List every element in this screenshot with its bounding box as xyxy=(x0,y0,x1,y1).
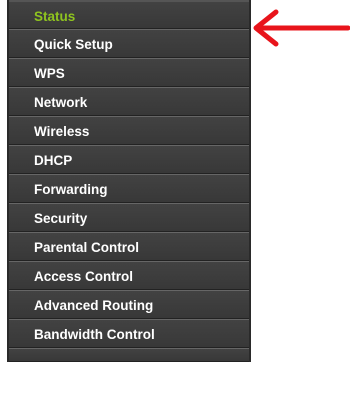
sidebar-item-wps[interactable]: WPS xyxy=(9,58,249,87)
sidebar-item-security[interactable]: Security xyxy=(9,203,249,232)
sidebar-item-quick-setup[interactable]: Quick Setup xyxy=(9,29,249,58)
sidebar-item-network[interactable]: Network xyxy=(9,87,249,116)
sidebar-item-wireless[interactable]: Wireless xyxy=(9,116,249,145)
sidebar-item-partial[interactable] xyxy=(9,348,249,362)
sidebar-item-forwarding[interactable]: Forwarding xyxy=(9,174,249,203)
sidebar-item-dhcp[interactable]: DHCP xyxy=(9,145,249,174)
sidebar-item-bandwidth-control[interactable]: Bandwidth Control xyxy=(9,319,249,348)
sidebar-item-advanced-routing[interactable]: Advanced Routing xyxy=(9,290,249,319)
sidebar-item-parental-control[interactable]: Parental Control xyxy=(9,232,249,261)
sidebar-item-access-control[interactable]: Access Control xyxy=(9,261,249,290)
sidebar-item-status[interactable]: Status xyxy=(9,0,249,29)
red-arrow-left-icon xyxy=(253,9,350,47)
sidebar-menu: Status Quick Setup WPS Network Wireless … xyxy=(7,0,251,362)
